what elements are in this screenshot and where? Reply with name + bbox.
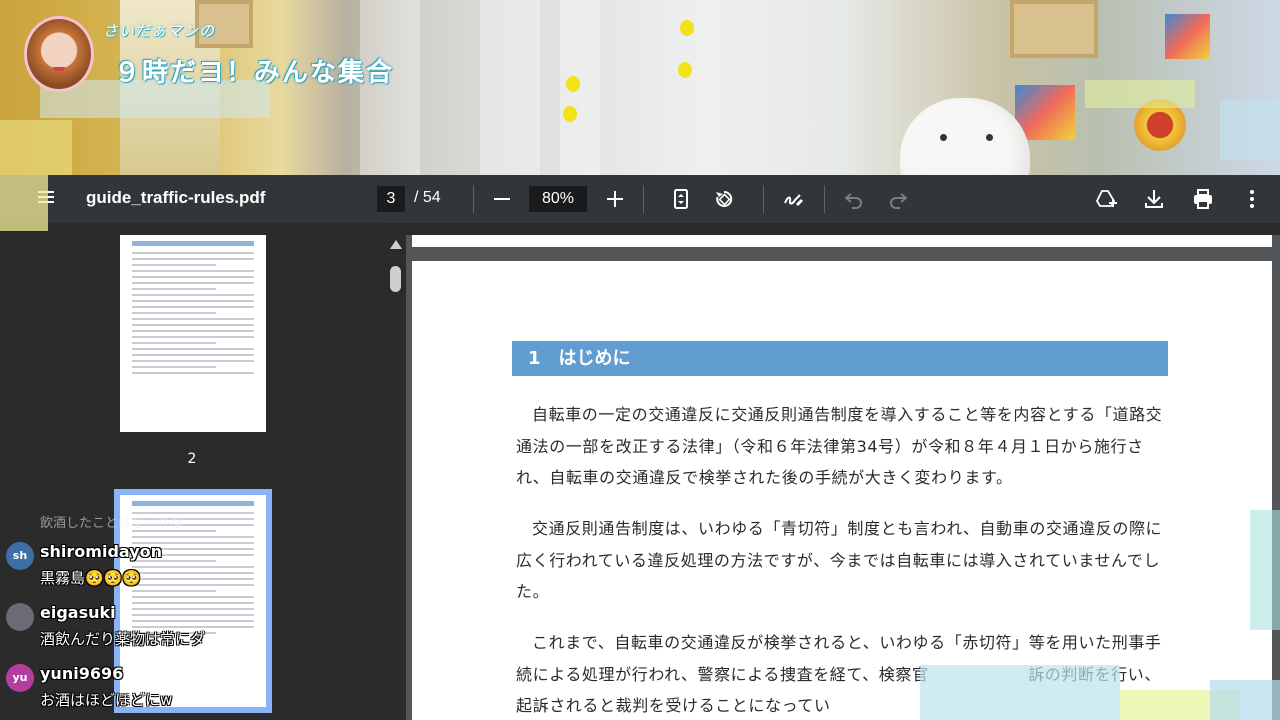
download-button[interactable] — [1138, 183, 1170, 215]
toolbar-divider — [824, 185, 825, 213]
fit-page-icon — [674, 189, 688, 209]
pdf-toolbar: guide_traffic-rules.pdf 3 / 54 80% — [0, 175, 1280, 223]
rotate-button[interactable] — [708, 183, 740, 215]
bird-decoration — [680, 20, 694, 36]
page-total: / 54 — [414, 189, 441, 206]
chat-message: お酒はほどほどにw — [40, 691, 173, 709]
page-thumbnail[interactable] — [120, 235, 266, 432]
zoom-input[interactable]: 80% — [529, 186, 587, 212]
document-title: guide_traffic-rules.pdf — [86, 188, 266, 207]
wall-art — [1165, 14, 1210, 59]
sticker-decoration — [1085, 80, 1195, 108]
print-icon — [1194, 189, 1212, 209]
chat-avatar: sh — [6, 542, 34, 570]
section-heading: 1 はじめに — [512, 341, 1168, 376]
sticker-decoration — [1220, 100, 1280, 160]
toolbar-divider — [643, 185, 644, 213]
download-icon — [1145, 190, 1163, 208]
rotate-icon — [716, 190, 733, 207]
more-options-button[interactable] — [1236, 183, 1268, 215]
chat-avatar — [6, 603, 34, 631]
bird-decoration — [563, 106, 577, 122]
more-vert-icon — [1250, 190, 1254, 208]
undo-icon — [844, 193, 862, 209]
toolbar-divider — [473, 185, 474, 213]
toolbar-divider — [763, 185, 764, 213]
previous-page-edge — [412, 235, 1272, 247]
scroll-up-arrow[interactable] — [390, 240, 402, 249]
streamer-avatar — [24, 16, 94, 92]
stream-subtitle: さいだぁマンの — [103, 22, 216, 40]
bird-decoration — [566, 76, 580, 92]
chat-message-faded: 飲酒したことはないかな — [40, 516, 184, 531]
plush-toy — [900, 98, 1030, 175]
fit-page-button[interactable] — [665, 183, 697, 215]
bird-decoration — [678, 62, 692, 78]
add-to-drive-button[interactable] — [1090, 183, 1122, 215]
page-number-input[interactable]: 3 — [377, 186, 405, 212]
stream-title: ９時だヨ！みんな集合 — [114, 58, 395, 88]
curtain — [480, 0, 540, 175]
stream-chat: 飲酒したことはないかな sh shiromidayon 黒霧島🥺🥺🥺 eigas… — [0, 510, 300, 720]
zoom-out-button[interactable] — [486, 183, 518, 215]
scrollbar-track[interactable] — [386, 235, 406, 720]
paragraph: これまで、自転車の交通違反が検挙されると、いわゆる「赤切符」等を用いた刑事手続に… — [516, 633, 1162, 715]
paragraph: 交通反則通告制度は、いわゆる「青切符」制度とも言われ、自動車の交通違反の際に広く… — [516, 519, 1163, 601]
undo-button[interactable] — [838, 183, 870, 215]
redo-button[interactable] — [882, 183, 914, 215]
print-button[interactable] — [1187, 183, 1219, 215]
sticker-decoration — [0, 120, 72, 175]
scrollbar-thumb[interactable] — [390, 266, 401, 292]
chat-avatar: yu — [6, 664, 34, 692]
chat-username: eigasuki — [40, 603, 116, 622]
document-page: 1 はじめに 自転車の一定の交通違反に交通反則通告制度を導入すること等を内容とす… — [412, 261, 1272, 720]
redo-icon — [890, 193, 908, 209]
menu-icon[interactable] — [36, 187, 56, 211]
camera-background: さいだぁマンの ９時だヨ！みんな集合 — [0, 0, 1280, 175]
document-viewport[interactable]: 1 はじめに 自転車の一定の交通違反に交通反則通告制度を導入すること等を内容とす… — [406, 235, 1280, 720]
chat-username: yuni9696 — [40, 664, 124, 683]
chat-username: shiromidayon — [40, 542, 163, 561]
zoom-in-button[interactable] — [599, 183, 631, 215]
wall-frame — [1010, 0, 1098, 58]
chat-message: 酒飲んだり薬物は常にダ — [40, 630, 206, 648]
thumbnail-page-number: 2 — [187, 451, 197, 467]
pen-icon — [784, 194, 803, 206]
plus-icon — [607, 191, 623, 207]
annotate-button[interactable] — [777, 183, 809, 215]
paragraph: 自転車の一定の交通違反に交通反則通告制度を導入すること等を内容とする「道路交通法… — [516, 405, 1163, 487]
chat-message: 黒霧島🥺🥺🥺 — [40, 569, 142, 587]
minus-icon — [494, 198, 510, 200]
add-to-drive-icon — [1095, 190, 1117, 207]
